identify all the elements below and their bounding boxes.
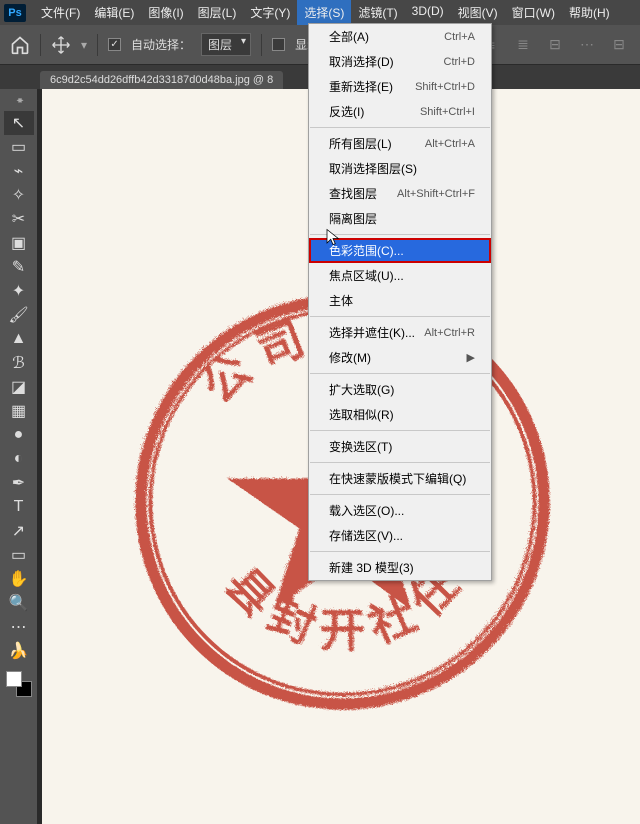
menu-item[interactable]: 重新选择(E)Shift+Ctrl+D <box>309 74 491 99</box>
tool-spot-heal[interactable]: ✦ <box>4 279 34 303</box>
tool-gradient[interactable]: ▦ <box>4 399 34 423</box>
menu-separator <box>310 494 490 495</box>
menu-item[interactable]: 变换选区(T) <box>309 434 491 459</box>
menu-item[interactable]: 取消选择(D)Ctrl+D <box>309 49 491 74</box>
menu-item[interactable]: 在快速蒙版模式下编辑(Q) <box>309 466 491 491</box>
active-tool-icon[interactable] <box>51 35 71 55</box>
toolbox: ◂▸ ↖▭⌁✧✂▣✎✦🖌▲ℬ◪▦●◐✒T↗▭✋🔍⋯🍌 <box>0 89 38 824</box>
menu-item[interactable]: 载入选区(O)... <box>309 498 491 523</box>
separator <box>40 34 41 56</box>
mouse-cursor-icon <box>324 226 342 248</box>
tool-eyedropper[interactable]: ✎ <box>4 255 34 279</box>
menu-item[interactable]: 扩大选取(G) <box>309 377 491 402</box>
align-icon[interactable]: ⊟ <box>544 36 566 54</box>
show-transform-checkbox[interactable] <box>272 38 285 51</box>
auto-select-checkbox[interactable]: ✓ <box>108 38 121 51</box>
tool-hand[interactable]: ✋ <box>4 567 34 591</box>
menu-滤镜[interactable]: 滤镜(T) <box>351 0 404 25</box>
tool-brush[interactable]: 🖌 <box>4 303 34 327</box>
menu-item[interactable]: 修改(M)▶ <box>309 345 491 370</box>
home-icon[interactable] <box>10 35 30 55</box>
select-menu-dropdown: 全部(A)Ctrl+A取消选择(D)Ctrl+D重新选择(E)Shift+Ctr… <box>308 23 492 581</box>
separator <box>97 34 98 56</box>
menu-选择[interactable]: 选择(S) <box>297 0 351 25</box>
tool-type[interactable]: T <box>4 495 34 519</box>
tool-move[interactable]: ↖ <box>4 111 34 135</box>
tab-zoom: @ 8 <box>250 74 273 86</box>
menu-item[interactable]: 查找图层Alt+Shift+Ctrl+F <box>309 181 491 206</box>
menu-item[interactable]: 所有图层(L)Alt+Ctrl+A <box>309 131 491 156</box>
menu-文件[interactable]: 文件(F) <box>34 0 87 25</box>
auto-select-combo[interactable]: 图层 <box>201 33 251 56</box>
menu-3d[interactable]: 3D(D) <box>405 0 451 25</box>
tab-filename: 6c9d2c54dd26dffb42d33187d0d48ba.jpg <box>50 74 250 86</box>
menu-图像[interactable]: 图像(I) <box>141 0 190 25</box>
menu-bar: Ps 文件(F)编辑(E)图像(I)图层(L)文字(Y)选择(S)滤镜(T)3D… <box>0 0 640 25</box>
menu-item[interactable]: 全部(A)Ctrl+A <box>309 24 491 49</box>
tool-magic-wand[interactable]: ✧ <box>4 183 34 207</box>
align-icon[interactable]: ⊟ <box>608 36 630 54</box>
menu-窗口[interactable]: 窗口(W) <box>505 0 562 25</box>
tool-edit-toolbar[interactable]: ⋯ <box>4 615 34 639</box>
align-icon[interactable]: ⋯ <box>576 36 598 54</box>
menu-帮助[interactable]: 帮助(H) <box>562 0 617 25</box>
tool-crop[interactable]: ✂ <box>4 207 34 231</box>
fg-swatch[interactable] <box>6 671 22 687</box>
tool-frame[interactable]: ▣ <box>4 231 34 255</box>
tool-clone[interactable]: ▲ <box>4 327 34 351</box>
menu-图层[interactable]: 图层(L) <box>191 0 244 25</box>
tool-zoom[interactable]: 🔍 <box>4 591 34 615</box>
menu-item[interactable]: 新建 3D 模型(3) <box>309 555 491 580</box>
menu-separator <box>310 316 490 317</box>
align-icon[interactable]: ≣ <box>512 36 534 54</box>
menu-separator <box>310 462 490 463</box>
tool-history-brush[interactable]: ℬ <box>4 351 34 375</box>
menu-视图[interactable]: 视图(V) <box>451 0 505 25</box>
menu-编辑[interactable]: 编辑(E) <box>87 0 141 25</box>
menu-separator <box>310 430 490 431</box>
tool-marquee[interactable]: ▭ <box>4 135 34 159</box>
menu-item[interactable]: 取消选择图层(S) <box>309 156 491 181</box>
auto-select-label: 自动选择： <box>131 36 191 53</box>
app-logo: Ps <box>4 4 26 22</box>
menu-文字[interactable]: 文字(Y) <box>243 0 297 25</box>
menu-separator <box>310 373 490 374</box>
menu-item[interactable]: 主体 <box>309 288 491 313</box>
tool-dodge[interactable]: ◐ <box>4 447 34 471</box>
tool-shape[interactable]: ▭ <box>4 543 34 567</box>
menu-item[interactable]: 焦点区域(U)... <box>309 263 491 288</box>
menu-item[interactable]: 存储选区(V)... <box>309 523 491 548</box>
menu-item[interactable]: 选择并遮住(K)...Alt+Ctrl+R <box>309 320 491 345</box>
tool-path-select[interactable]: ↗ <box>4 519 34 543</box>
tool-eraser[interactable]: ◪ <box>4 375 34 399</box>
toolbox-toggle[interactable]: ◂▸ <box>4 95 34 105</box>
menu-item[interactable]: 选取相似(R) <box>309 402 491 427</box>
menu-separator <box>310 127 490 128</box>
tool-pen[interactable]: ✒ <box>4 471 34 495</box>
tool-blur[interactable]: ● <box>4 423 34 447</box>
color-swatches[interactable] <box>6 671 32 697</box>
menu-item[interactable]: 反选(I)Shift+Ctrl+I <box>309 99 491 124</box>
separator <box>261 34 262 56</box>
menu-separator <box>310 551 490 552</box>
tool-banana[interactable]: 🍌 <box>4 639 34 663</box>
tool-lasso[interactable]: ⌁ <box>4 159 34 183</box>
document-tab[interactable]: 6c9d2c54dd26dffb42d33187d0d48ba.jpg @ 8 <box>40 71 283 89</box>
